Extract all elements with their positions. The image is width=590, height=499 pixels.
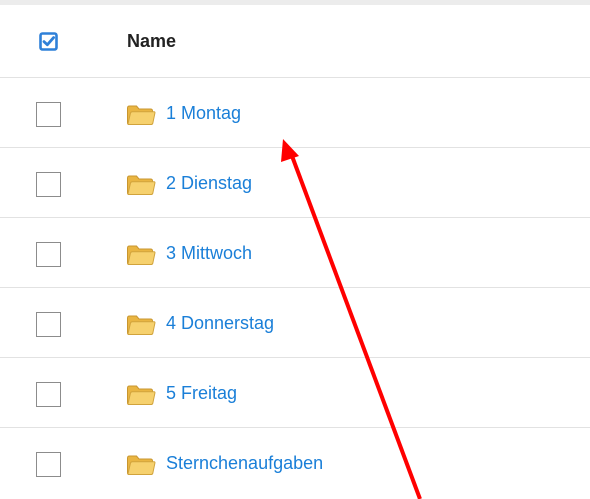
folder-icon xyxy=(127,315,156,335)
folder-icon xyxy=(127,245,156,265)
folder-icon xyxy=(127,455,156,475)
folder-link-3-mittwoch[interactable]: 3 Mittwoch xyxy=(166,243,252,264)
row-checkbox[interactable] xyxy=(36,172,61,197)
table-row: 2 Dienstag xyxy=(0,148,590,218)
table-row: 5 Freitag xyxy=(0,358,590,428)
folder-link-sternchenaufgaben[interactable]: Sternchenaufgaben xyxy=(166,453,323,474)
column-header-name[interactable]: Name xyxy=(127,31,176,52)
row-checkbox[interactable] xyxy=(36,312,61,337)
row-checkbox[interactable] xyxy=(36,452,61,477)
table-row: 1 Montag xyxy=(0,78,590,148)
table-row: Sternchenaufgaben xyxy=(0,428,590,497)
folder-list: 1 Montag 2 Dienstag 3 Mittwoch 4 Donners… xyxy=(0,78,590,497)
table-row: 3 Mittwoch xyxy=(0,218,590,288)
folder-link-2-dienstag[interactable]: 2 Dienstag xyxy=(166,173,252,194)
folder-link-4-donnerstag[interactable]: 4 Donnerstag xyxy=(166,313,274,334)
row-checkbox[interactable] xyxy=(36,102,61,127)
table-header: Name xyxy=(0,5,590,78)
folder-link-1-montag[interactable]: 1 Montag xyxy=(166,103,241,124)
folder-icon xyxy=(127,105,156,125)
file-list-page: Name 1 Montag 2 Dienstag 3 Mittwoch 4 Do… xyxy=(0,0,590,499)
table-row: 4 Donnerstag xyxy=(0,288,590,358)
folder-icon xyxy=(127,385,156,405)
row-checkbox[interactable] xyxy=(36,242,61,267)
folder-icon xyxy=(127,175,156,195)
folder-link-5-freitag[interactable]: 5 Freitag xyxy=(166,383,237,404)
row-checkbox[interactable] xyxy=(36,382,61,407)
checkbox-checked-icon[interactable] xyxy=(39,32,58,51)
